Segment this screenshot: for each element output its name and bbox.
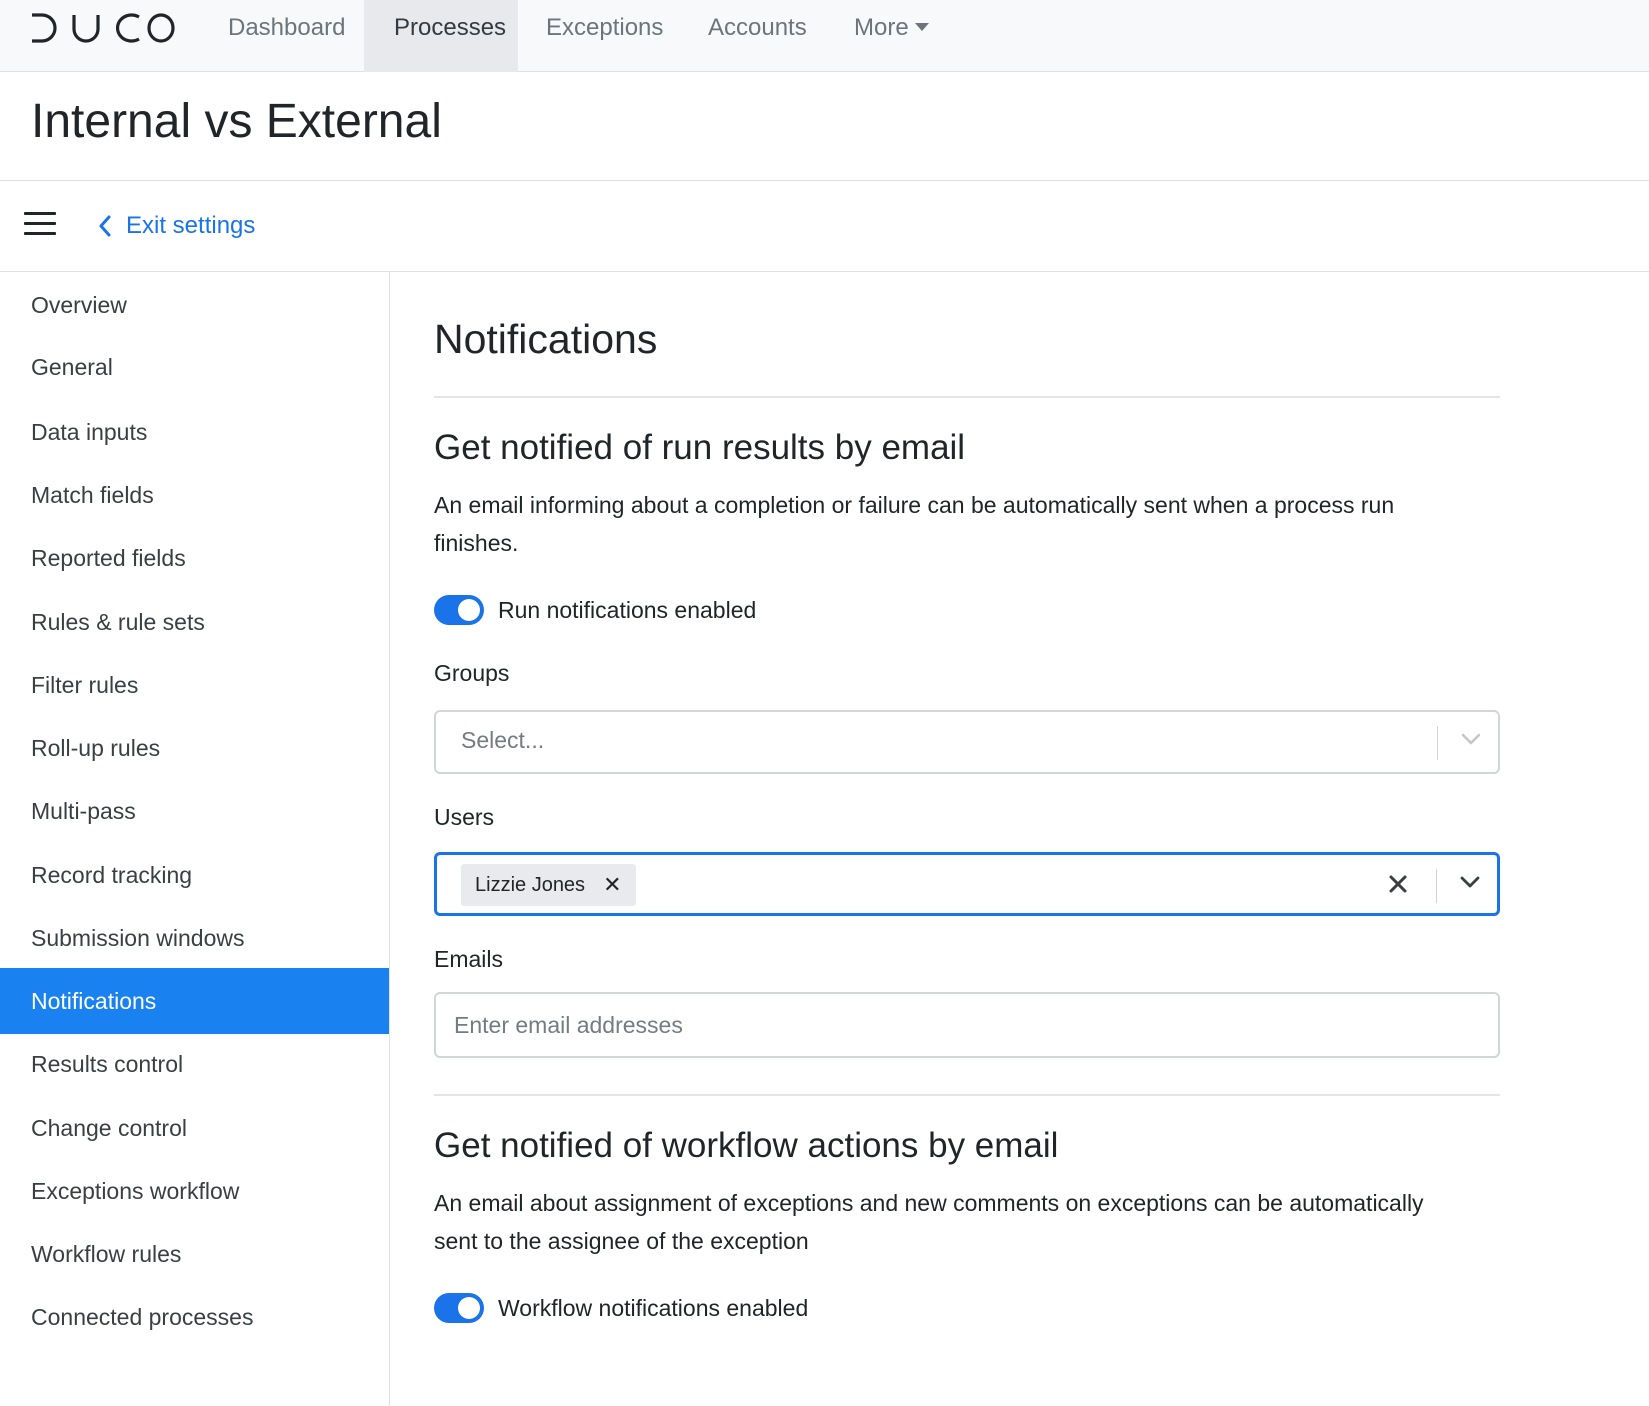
- workflow-notifications-label: Workflow notifications enabled: [498, 1294, 809, 1321]
- workflow-notifications-toggle[interactable]: [434, 1293, 484, 1323]
- emails-input[interactable]: [434, 992, 1500, 1058]
- divider: [434, 396, 1500, 398]
- groups-placeholder: Select...: [461, 727, 545, 753]
- sidebar-item-change-control[interactable]: Change control: [0, 1095, 389, 1161]
- run-notifications-toggle[interactable]: [434, 595, 484, 625]
- sidebar-item-match-fields[interactable]: Match fields: [0, 462, 389, 528]
- settings-sidebar: Overview General Data inputs Match field…: [0, 272, 390, 1406]
- user-chip-label: Lizzie Jones: [475, 873, 586, 896]
- sidebar-item-multi-pass[interactable]: Multi-pass: [0, 778, 389, 844]
- nav-exceptions[interactable]: Exceptions: [516, 0, 693, 72]
- caret-down-icon: [914, 23, 929, 31]
- nav-more-label: More: [854, 14, 909, 41]
- exit-settings-link[interactable]: Exit settings: [98, 209, 255, 243]
- run-notifications-label: Run notifications enabled: [498, 596, 757, 623]
- sidebar-item-data-inputs[interactable]: Data inputs: [0, 399, 389, 465]
- top-navbar: Dashboard Processes Exceptions Accounts …: [0, 0, 1649, 72]
- duco-logo[interactable]: [30, 12, 176, 44]
- groups-select[interactable]: Select...: [434, 710, 1500, 774]
- run-notifications-toggle-row[interactable]: Run notifications enabled: [434, 594, 756, 626]
- sidebar-item-reported-fields[interactable]: Reported fields: [0, 525, 389, 591]
- nav-more[interactable]: More: [824, 0, 959, 72]
- sidebar-item-submission-windows[interactable]: Submission windows: [0, 905, 389, 971]
- run-results-heading: Get notified of run results by email: [434, 428, 966, 467]
- workflow-actions-description: An email about assignment of exceptions …: [434, 1190, 1424, 1254]
- user-chip: Lizzie Jones ✕: [461, 864, 636, 906]
- sidebar-item-filter-rules[interactable]: Filter rules: [0, 652, 389, 718]
- hamburger-menu-icon[interactable]: [24, 212, 56, 238]
- workflow-actions-heading: Get notified of workflow actions by emai…: [434, 1126, 1059, 1165]
- chevron-left-icon: [99, 215, 111, 237]
- nav-accounts[interactable]: Accounts: [678, 0, 837, 72]
- sidebar-item-results-control[interactable]: Results control: [0, 1031, 389, 1097]
- users-label: Users: [434, 804, 495, 830]
- nav-dashboard[interactable]: Dashboard: [198, 0, 375, 72]
- exit-settings-label: Exit settings: [126, 212, 256, 239]
- sidebar-item-record-tracking[interactable]: Record tracking: [0, 842, 389, 908]
- divider: [434, 1094, 1500, 1096]
- clear-icon[interactable]: [1387, 873, 1409, 895]
- groups-label: Groups: [434, 660, 510, 686]
- run-results-description: An email informing about a completion or…: [434, 492, 1395, 556]
- sidebar-item-notifications[interactable]: Notifications: [0, 968, 389, 1034]
- select-separator: [1437, 726, 1438, 760]
- sidebar-item-rules-rule-sets[interactable]: Rules & rule sets: [0, 589, 389, 655]
- page-title: Internal vs External: [31, 95, 442, 148]
- title-bar: Internal vs External: [0, 72, 1649, 181]
- notifications-title: Notifications: [434, 316, 658, 362]
- emails-label: Emails: [434, 946, 504, 972]
- users-select[interactable]: Lizzie Jones ✕: [434, 852, 1500, 916]
- sidebar-item-overview[interactable]: Overview: [0, 272, 389, 338]
- sidebar-item-roll-up-rules[interactable]: Roll-up rules: [0, 715, 389, 781]
- chevron-down-icon[interactable]: [1459, 875, 1481, 889]
- chevron-down-icon[interactable]: [1460, 732, 1482, 746]
- select-separator: [1436, 869, 1437, 903]
- settings-bar: Exit settings: [0, 181, 1649, 272]
- sidebar-item-connected-processes[interactable]: Connected processes: [0, 1284, 389, 1350]
- sidebar-item-general[interactable]: General: [0, 334, 389, 400]
- remove-chip-icon[interactable]: ✕: [603, 874, 621, 896]
- nav-processes[interactable]: Processes: [364, 0, 518, 72]
- sidebar-item-exceptions-workflow[interactable]: Exceptions workflow: [0, 1158, 389, 1224]
- workflow-notifications-toggle-row[interactable]: Workflow notifications enabled: [434, 1292, 808, 1324]
- sidebar-item-workflow-rules[interactable]: Workflow rules: [0, 1221, 389, 1287]
